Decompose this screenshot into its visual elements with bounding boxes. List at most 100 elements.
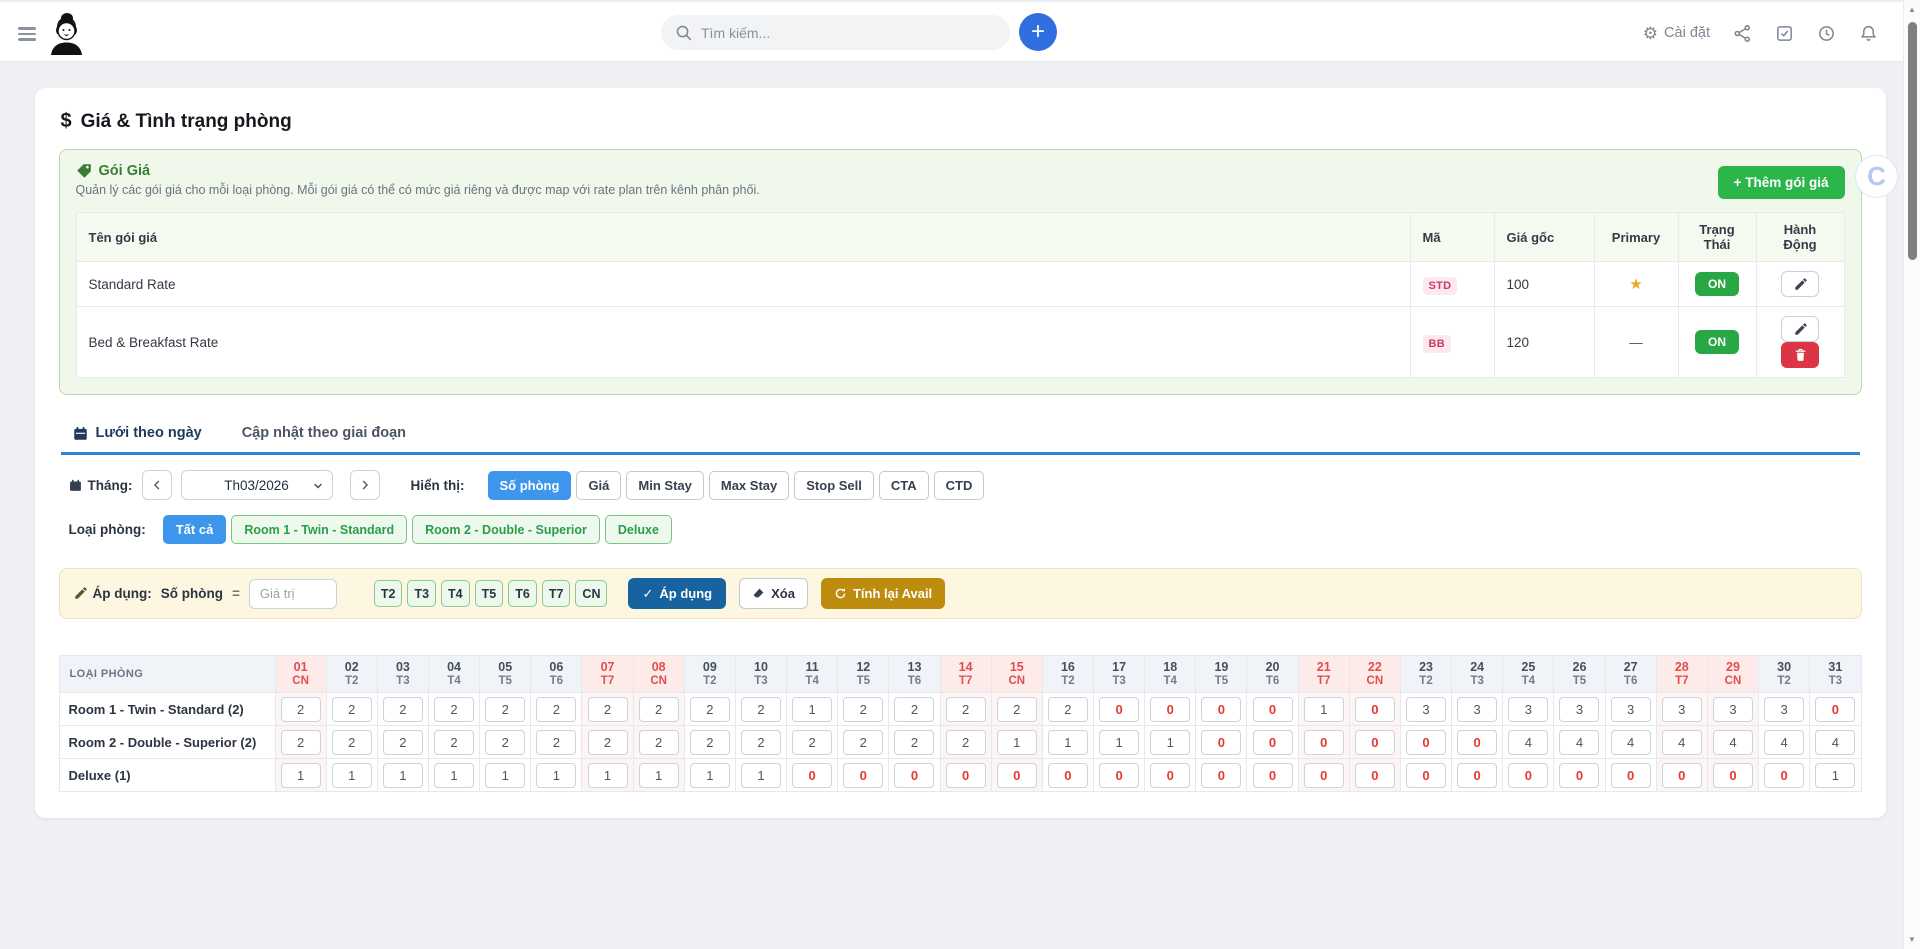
grid-cell-input[interactable] bbox=[792, 697, 832, 722]
grid-cell-input[interactable] bbox=[383, 730, 423, 755]
grid-cell-input[interactable] bbox=[1764, 730, 1804, 755]
apply-button[interactable]: ✓ Áp dụng bbox=[628, 578, 726, 609]
grid-cell-input[interactable] bbox=[1304, 697, 1344, 722]
room-type-deluxe[interactable]: Deluxe bbox=[605, 515, 672, 544]
room-type-room-2-double-superior[interactable]: Room 2 - Double - Superior bbox=[412, 515, 600, 544]
notifications-bell-icon[interactable] bbox=[1859, 24, 1878, 43]
grid-cell-input[interactable] bbox=[1201, 763, 1241, 788]
share-icon[interactable] bbox=[1733, 24, 1752, 43]
display-option-gi[interactable]: Giá bbox=[576, 471, 621, 500]
grid-cell-input[interactable] bbox=[1253, 763, 1293, 788]
floating-widget-button[interactable]: C bbox=[1855, 155, 1898, 198]
create-new-button[interactable]: + bbox=[1019, 13, 1057, 51]
grid-cell-input[interactable] bbox=[1304, 763, 1344, 788]
weekday-button-cn[interactable]: CN bbox=[575, 580, 607, 607]
grid-cell-input[interactable] bbox=[536, 730, 576, 755]
apply-value-input[interactable] bbox=[249, 579, 337, 609]
grid-cell-input[interactable] bbox=[1099, 697, 1139, 722]
grid-cell-input[interactable] bbox=[843, 697, 883, 722]
grid-cell-input[interactable] bbox=[946, 730, 986, 755]
grid-cell-input[interactable] bbox=[997, 763, 1037, 788]
grid-cell-input[interactable] bbox=[639, 763, 679, 788]
grid-cell-input[interactable] bbox=[1508, 730, 1548, 755]
display-option-stop-sell[interactable]: Stop Sell bbox=[794, 471, 874, 500]
grid-cell-input[interactable] bbox=[332, 763, 372, 788]
grid-cell-input[interactable] bbox=[1048, 763, 1088, 788]
grid-cell-input[interactable] bbox=[1559, 730, 1599, 755]
grid-cell-input[interactable] bbox=[1304, 730, 1344, 755]
grid-cell-input[interactable] bbox=[946, 763, 986, 788]
display-option-min-stay[interactable]: Min Stay bbox=[626, 471, 703, 500]
grid-cell-input[interactable] bbox=[1201, 697, 1241, 722]
delete-rate-button[interactable] bbox=[1781, 342, 1819, 368]
grid-cell-input[interactable] bbox=[639, 697, 679, 722]
grid-cell-input[interactable] bbox=[639, 730, 679, 755]
grid-cell-input[interactable] bbox=[485, 697, 525, 722]
tab-daily-grid[interactable]: Lưới theo ngày bbox=[71, 419, 204, 452]
grid-cell-input[interactable] bbox=[741, 697, 781, 722]
grid-cell-input[interactable] bbox=[1815, 730, 1855, 755]
grid-cell-input[interactable] bbox=[1457, 730, 1497, 755]
grid-cell-input[interactable] bbox=[485, 730, 525, 755]
grid-cell-input[interactable] bbox=[1048, 697, 1088, 722]
month-select[interactable]: Th03/2026 bbox=[181, 470, 333, 500]
grid-cell-input[interactable] bbox=[1457, 697, 1497, 722]
grid-cell-input[interactable] bbox=[1457, 763, 1497, 788]
grid-cell-input[interactable] bbox=[690, 730, 730, 755]
edit-rate-button[interactable] bbox=[1781, 271, 1819, 297]
history-icon[interactable] bbox=[1817, 24, 1836, 43]
grid-cell-input[interactable] bbox=[1611, 697, 1651, 722]
grid-cell-input[interactable] bbox=[1713, 730, 1753, 755]
scroll-down-arrow[interactable]: ▼ bbox=[1904, 935, 1920, 944]
grid-cell-input[interactable] bbox=[1150, 697, 1190, 722]
grid-cell-input[interactable] bbox=[1355, 763, 1395, 788]
grid-cell-input[interactable] bbox=[1355, 730, 1395, 755]
grid-cell-input[interactable] bbox=[1815, 697, 1855, 722]
status-toggle-button[interactable]: ON bbox=[1695, 272, 1739, 296]
grid-cell-input[interactable] bbox=[536, 697, 576, 722]
display-option-cta[interactable]: CTA bbox=[879, 471, 929, 500]
grid-cell-input[interactable] bbox=[1253, 730, 1293, 755]
grid-cell-input[interactable] bbox=[1662, 697, 1702, 722]
grid-cell-input[interactable] bbox=[485, 763, 525, 788]
grid-cell-input[interactable] bbox=[997, 730, 1037, 755]
previous-month-button[interactable] bbox=[142, 470, 172, 500]
grid-cell-input[interactable] bbox=[588, 763, 628, 788]
grid-cell-input[interactable] bbox=[1559, 697, 1599, 722]
grid-cell-input[interactable] bbox=[1406, 763, 1446, 788]
weekday-button-t6[interactable]: T6 bbox=[508, 580, 537, 607]
display-option-s-ph-ng[interactable]: Số phòng bbox=[488, 471, 572, 500]
grid-cell-input[interactable] bbox=[741, 763, 781, 788]
scrollbar[interactable]: ▲ ▼ bbox=[1903, 0, 1920, 949]
room-type-room-1-twin-standard[interactable]: Room 1 - Twin - Standard bbox=[231, 515, 407, 544]
weekday-button-t4[interactable]: T4 bbox=[441, 580, 470, 607]
grid-cell-input[interactable] bbox=[1253, 697, 1293, 722]
grid-cell-input[interactable] bbox=[434, 730, 474, 755]
grid-cell-input[interactable] bbox=[894, 763, 934, 788]
grid-cell-input[interactable] bbox=[690, 763, 730, 788]
grid-cell-input[interactable] bbox=[792, 730, 832, 755]
grid-cell-input[interactable] bbox=[1662, 763, 1702, 788]
grid-cell-input[interactable] bbox=[536, 763, 576, 788]
grid-cell-input[interactable] bbox=[792, 763, 832, 788]
status-toggle-button[interactable]: ON bbox=[1695, 330, 1739, 354]
edit-rate-button[interactable] bbox=[1781, 316, 1819, 342]
grid-cell-input[interactable] bbox=[1713, 697, 1753, 722]
grid-cell-input[interactable] bbox=[1662, 730, 1702, 755]
grid-cell-input[interactable] bbox=[1764, 697, 1804, 722]
grid-cell-input[interactable] bbox=[1150, 730, 1190, 755]
grid-cell-input[interactable] bbox=[1406, 730, 1446, 755]
grid-cell-input[interactable] bbox=[281, 763, 321, 788]
room-type-t-t-c[interactable]: Tất cả bbox=[163, 515, 227, 544]
grid-cell-input[interactable] bbox=[1150, 763, 1190, 788]
grid-cell-input[interactable] bbox=[1099, 730, 1139, 755]
tab-period-update[interactable]: Cập nhật theo giai đoạn bbox=[240, 419, 408, 452]
grid-cell-input[interactable] bbox=[1508, 763, 1548, 788]
grid-cell-input[interactable] bbox=[843, 763, 883, 788]
display-option-max-stay[interactable]: Max Stay bbox=[709, 471, 789, 500]
add-rate-package-button[interactable]: + Thêm gói giá bbox=[1718, 166, 1845, 199]
grid-cell-input[interactable] bbox=[1099, 763, 1139, 788]
grid-cell-input[interactable] bbox=[1048, 730, 1088, 755]
grid-cell-input[interactable] bbox=[1355, 697, 1395, 722]
grid-cell-input[interactable] bbox=[281, 697, 321, 722]
